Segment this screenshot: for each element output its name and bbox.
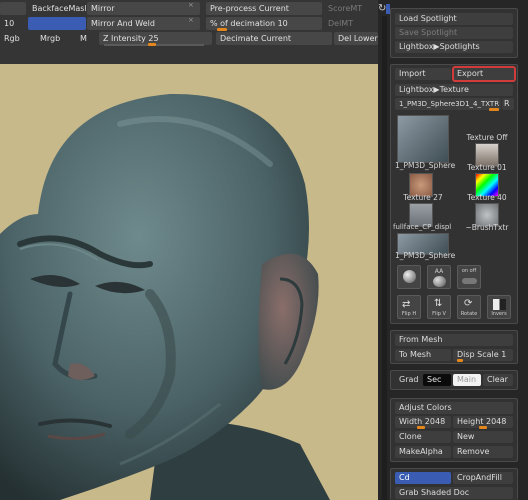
percent-decimation-fill xyxy=(217,28,227,31)
flip-h-icon[interactable]: ⇄ Flip H xyxy=(397,295,421,319)
star-icon: × xyxy=(188,1,194,9)
remove-button[interactable]: Remove xyxy=(453,446,513,458)
thumbnail-label: Texture 01 xyxy=(467,163,507,172)
export-button[interactable]: Export xyxy=(452,66,516,82)
lightbox-texture-button[interactable]: Lightbox▶Texture xyxy=(395,84,513,96)
width-label: Width xyxy=(399,417,423,426)
clone-button[interactable]: Clone xyxy=(395,431,451,443)
decimate-current-button[interactable]: Decimate Current xyxy=(216,32,332,45)
texture-group: Import Export Lightbox▶Texture 1_PM3D_Sp… xyxy=(390,64,518,324)
height-fill xyxy=(479,426,487,429)
star-icon: × xyxy=(188,16,194,24)
texture-thumbnail-large[interactable] xyxy=(397,115,449,163)
backface-mask-button[interactable]: BackfaceMask xyxy=(28,2,86,15)
main-color-swatch[interactable]: Main xyxy=(453,374,481,386)
m-button[interactable]: M xyxy=(76,32,90,45)
mrgb-button[interactable]: Mrgb xyxy=(36,32,70,45)
top-toolbar: BackfaceMask Mirror × Pre-process Curren… xyxy=(0,0,378,64)
spotlight-group: Load Spotlight Save Spotlight Lightbox▶S… xyxy=(390,8,518,58)
import-button[interactable]: Import xyxy=(395,68,451,80)
crop-and-fill-button[interactable]: CropAndFill xyxy=(453,472,513,484)
width-fill xyxy=(417,426,425,429)
flip-v-icon[interactable]: ⇅ Flip V xyxy=(427,295,451,319)
toggle-icon[interactable]: on off xyxy=(457,265,481,289)
secondary-color-swatch[interactable]: Sec xyxy=(423,374,451,386)
antialias-icon[interactable]: AA xyxy=(427,265,451,289)
flip-v-label: Flip V xyxy=(432,311,446,317)
grad-button[interactable]: Grad xyxy=(395,374,421,386)
save-spotlight-button[interactable]: Save Spotlight xyxy=(395,27,513,39)
mirror-and-weld-button[interactable]: Mirror And Weld xyxy=(87,17,200,30)
disp-scale-label: Disp Scale xyxy=(457,350,499,359)
viewport-canvas[interactable] xyxy=(0,64,378,500)
right-tray: ↻ Load Spotlight Save Spotlight Lightbox… xyxy=(378,0,528,500)
invert-icon[interactable]: Invers xyxy=(487,295,511,319)
height-value: 2048 xyxy=(486,417,507,426)
thumbnail-label: ~BrushTxtr xyxy=(465,223,509,232)
thumbnail-label: 1_PM3D_Sphere xyxy=(395,251,456,260)
percent-decimation-label: % of decimation xyxy=(210,19,276,28)
invert-label: Invers xyxy=(491,311,507,317)
height-label: Height xyxy=(457,417,484,426)
current-texture-slider[interactable]: 1_PM3D_Sphere3D1_4_TXTR xyxy=(395,98,501,110)
del-mt-button[interactable]: DelMT xyxy=(324,17,376,30)
preprocess-current-button[interactable]: Pre-process Current xyxy=(206,2,322,15)
thumbnail-label: Texture 40 xyxy=(467,193,507,202)
z-intensity-fill xyxy=(148,43,156,46)
lightbox-spotlights-button[interactable]: Lightbox▶Spotlights xyxy=(395,41,513,53)
thumbnail-label: 1_PM3D_Sphere xyxy=(395,161,456,170)
rgb-button[interactable]: Rgb xyxy=(0,32,26,45)
gradient-group: Grad Sec Main Clear xyxy=(390,370,518,390)
percent-decimation-value: 10 xyxy=(277,19,288,28)
toolbar-blue-toggle[interactable] xyxy=(28,17,86,30)
adjust-colors-button[interactable]: Adjust Colors xyxy=(395,402,513,414)
toggle-label: on off xyxy=(461,268,477,274)
thumbnail-label: fullface_CP_displ xyxy=(393,223,452,231)
bottom-group: Cd CropAndFill Grab Shaded Doc xyxy=(390,468,518,500)
from-mesh-button[interactable]: From Mesh xyxy=(395,334,513,346)
antialias-label: AA xyxy=(434,268,444,275)
mirror-and-weld-label: Mirror And Weld xyxy=(91,19,155,28)
flip-h-label: Flip H xyxy=(401,311,417,317)
grab-shaded-doc-button[interactable]: Grab Shaded Doc xyxy=(395,487,513,499)
to-mesh-button[interactable]: To Mesh xyxy=(395,349,451,361)
new-button[interactable]: New xyxy=(453,431,513,443)
mirror-button[interactable]: Mirror xyxy=(87,2,200,15)
make-alpha-button[interactable]: MakeAlpha xyxy=(395,446,451,458)
z-intensity-label: Z Intensity xyxy=(103,34,146,43)
mirror-label: Mirror xyxy=(91,4,115,13)
adjust-group: Adjust Colors Width 2048 Height 2048 Clo… xyxy=(390,398,518,462)
toolbar-blank-cell[interactable] xyxy=(0,2,26,15)
texture-slider-fill xyxy=(489,108,499,111)
rotate-icon[interactable]: ⟳ Rotate xyxy=(457,295,481,319)
del-lower-button[interactable]: Del Lower xyxy=(334,32,378,45)
z-intensity-value: 25 xyxy=(148,34,159,43)
width-value: 2048 xyxy=(424,417,446,426)
clear-button[interactable]: Clear xyxy=(483,374,513,386)
texture-r-button[interactable]: R xyxy=(502,98,514,110)
toolbar-value-left: 10 xyxy=(4,19,15,28)
thumbnail-label: Texture 27 xyxy=(403,193,443,202)
load-spotlight-button[interactable]: Load Spotlight xyxy=(395,13,513,25)
disp-scale-fill xyxy=(457,359,463,362)
disp-scale-value: 1 xyxy=(501,350,507,359)
sphere-icon[interactable] xyxy=(397,265,421,289)
rotate-label: Rotate xyxy=(460,311,478,317)
tray-scrollbar[interactable] xyxy=(382,16,387,500)
sculpt-head-render xyxy=(0,93,330,500)
cd-button[interactable]: Cd xyxy=(395,472,451,484)
from-mesh-group: From Mesh To Mesh Disp Scale 1 xyxy=(390,330,518,364)
score-mt-button[interactable]: ScoreMT xyxy=(324,2,376,15)
thumbnail-label: Texture Off xyxy=(466,133,508,142)
